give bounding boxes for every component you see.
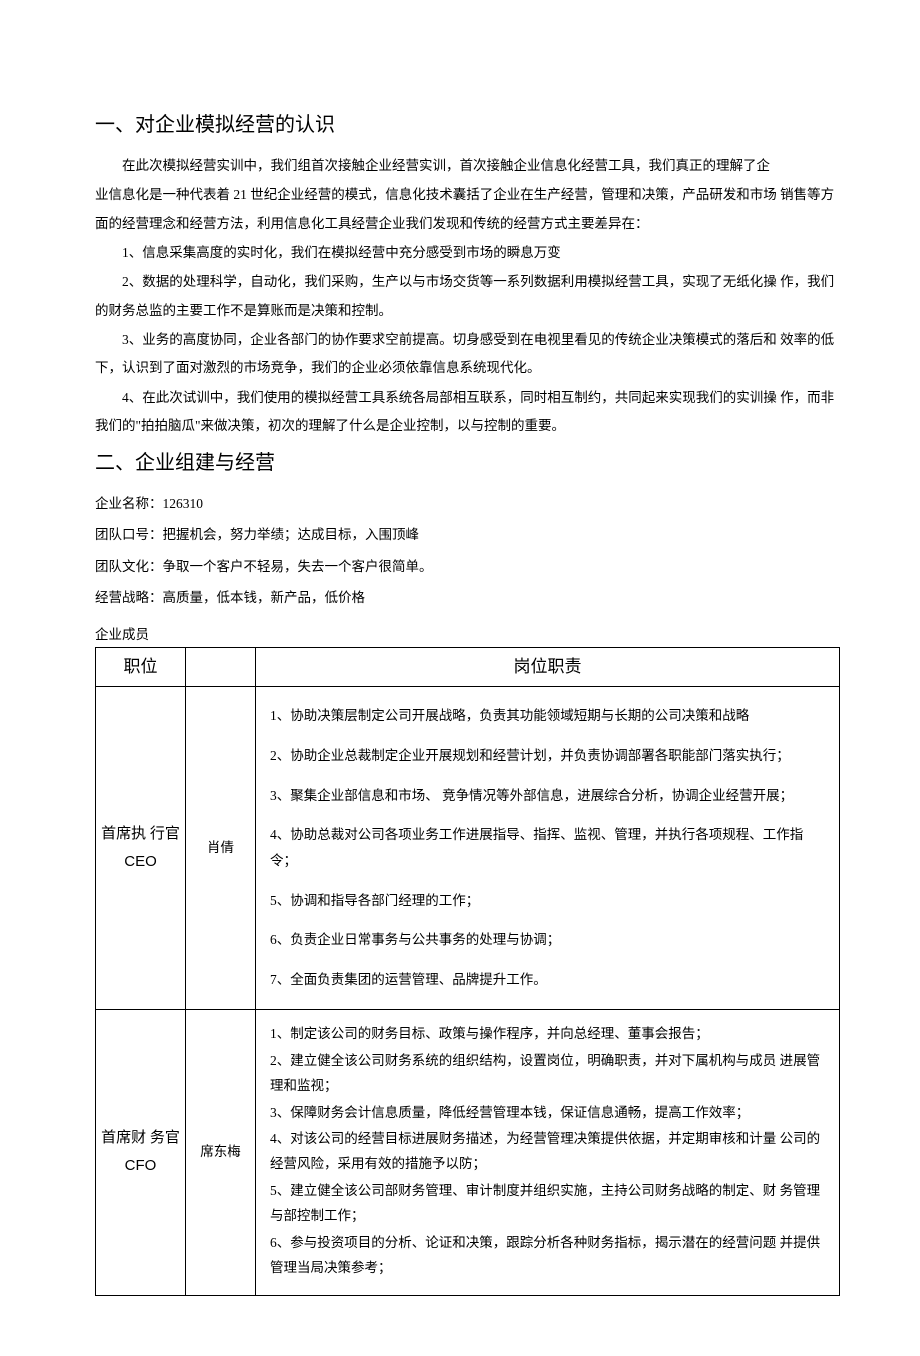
duty-item: 6、参与投资项目的分析、论证和决策，跟踪分析各种财务指标，揭示潜在的经营问题 并…	[270, 1231, 821, 1281]
members-label: 企业成员	[95, 625, 840, 645]
position-cn: 首席执 行官	[98, 821, 183, 848]
section1-p2: 1、信息采集高度的实时化，我们在模拟经营中充分感受到市场的瞬息万变	[95, 239, 840, 267]
cell-name: 席东梅	[186, 1009, 256, 1296]
table-row: 首席财 务官 CFO 席东梅 1、制定该公司的财务目标、政策与操作程序，并向总经…	[96, 1009, 840, 1296]
duty-item: 2、协助企业总裁制定企业开展规划和经营计划，并负责协调部署各职能部门落实执行；	[270, 743, 821, 769]
position-en: CEO	[98, 848, 183, 875]
header-duty: 岗位职责	[256, 647, 840, 687]
team-slogan: 团队口号：把握机会，努力举绩；达成目标，入围顶峰	[95, 519, 840, 550]
company-name-label: 企业名称：	[95, 496, 163, 511]
table-header-row: 职位 岗位职责	[96, 647, 840, 687]
duty-item: 4、协助总裁对公司各项业务工作进展指导、指挥、监视、管理，并执行各项规程、工作指…	[270, 822, 821, 873]
members-table: 职位 岗位职责 首席执 行官 CEO 肖倩 1、协助决策层制定公司开展战略，负责…	[95, 647, 840, 1296]
header-position: 职位	[96, 647, 186, 687]
table-row: 首席执 行官 CEO 肖倩 1、协助决策层制定公司开展战略，负责其功能领域短期与…	[96, 687, 840, 1009]
position-cn: 首席财 务官	[98, 1125, 183, 1152]
team-culture: 团队文化：争取一个客户不轻易，失去一个客户很简单。	[95, 551, 840, 582]
company-name-line: 企业名称：126310	[95, 488, 840, 519]
cell-name: 肖倩	[186, 687, 256, 1009]
position-en: CFO	[98, 1152, 183, 1179]
section1-title: 一、对企业模拟经营的认识	[95, 110, 840, 140]
duty-item: 3、保障财务会计信息质量，降低经营管理本钱，保证信息通畅，提高工作效率；	[270, 1101, 821, 1126]
duty-item: 1、制定该公司的财务目标、政策与操作程序，并向总经理、董事会报告；	[270, 1022, 821, 1047]
company-name-value: 126310	[163, 496, 204, 511]
duty-item: 5、建立健全该公司部财务管理、审计制度并组织实施，主持公司财务战略的制定、财 务…	[270, 1179, 821, 1229]
section1-p1b: 业信息化是一种代表着 21 世纪企业经营的模式，信息化技术囊括了企业在生产经营，…	[95, 181, 840, 238]
duty-item: 1、协助决策层制定公司开展战略，负责其功能领域短期与长期的公司决策和战略	[270, 703, 821, 729]
duty-item: 2、建立健全该公司财务系统的组织结构，设置岗位，明确职责，并对下属机构与成员 进…	[270, 1049, 821, 1099]
header-name	[186, 647, 256, 687]
cell-position: 首席财 务官 CFO	[96, 1009, 186, 1296]
section1-p1a: 在此次模拟经营实训中，我们组首次接触企业经营实训，首次接触企业信息化经营工具，我…	[95, 152, 840, 180]
section1-p5: 4、在此次试训中，我们使用的模拟经营工具系统各局部相互联系，同时相互制约，共同起…	[95, 384, 840, 441]
section2-title: 二、企业组建与经营	[95, 448, 840, 478]
cell-duty: 1、协助决策层制定公司开展战略，负责其功能领域短期与长期的公司决策和战略 2、协…	[256, 687, 840, 1009]
duty-item: 3、聚集企业部信息和市场、 竞争情况等外部信息，进展综合分析，协调企业经营开展；	[270, 783, 821, 809]
duty-item: 7、全面负责集团的运营管理、品牌提升工作。	[270, 967, 821, 993]
duty-item: 6、负责企业日常事务与公共事务的处理与协调；	[270, 927, 821, 953]
cell-duty: 1、制定该公司的财务目标、政策与操作程序，并向总经理、董事会报告； 2、建立健全…	[256, 1009, 840, 1296]
cell-position: 首席执 行官 CEO	[96, 687, 186, 1009]
duty-item: 5、协调和指导各部门经理的工作；	[270, 888, 821, 914]
duty-item: 4、对该公司的经营目标进展财务描述，为经营管理决策提供依据，并定期审核和计量 公…	[270, 1127, 821, 1177]
section1-p3: 2、数据的处理科学，自动化，我们采购，生产以与市场交货等一系列数据利用模拟经营工…	[95, 268, 840, 325]
section1-p4: 3、业务的高度协同，企业各部门的协作要求空前提高。切身感受到在电视里看见的传统企…	[95, 326, 840, 383]
business-strategy: 经营战略：高质量，低本钱，新产品，低价格	[95, 582, 840, 613]
